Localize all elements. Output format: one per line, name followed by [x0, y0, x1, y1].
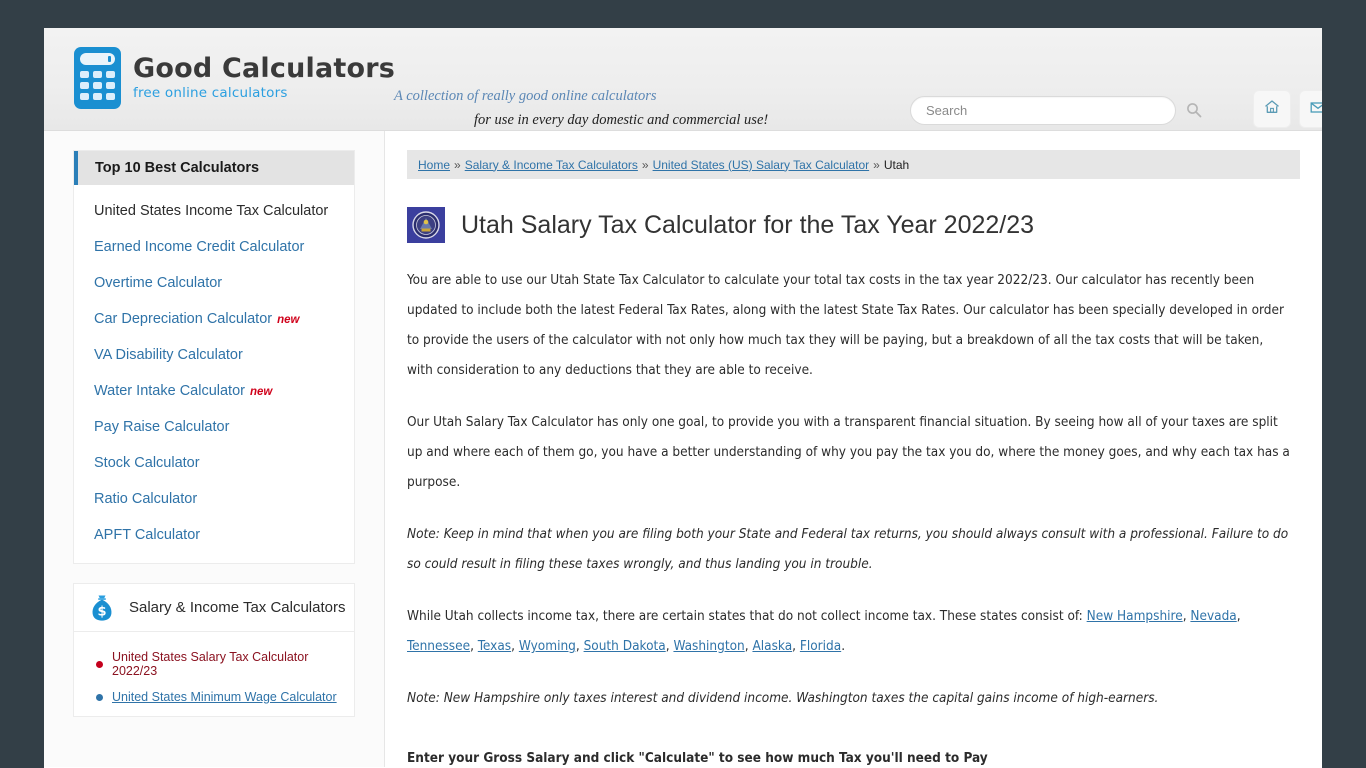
calculator-icon [74, 47, 121, 109]
paragraph-note-1: Note: Keep in mind that when you are fil… [407, 526, 1289, 572]
state-link-wyoming[interactable]: Wyoming [519, 638, 576, 654]
state-link-new-hampshire[interactable]: New Hampshire [1087, 608, 1183, 624]
state-link-tennessee[interactable]: Tennessee [407, 638, 470, 654]
body-columns: Top 10 Best Calculators United States In… [44, 131, 1322, 767]
search-input[interactable] [910, 96, 1176, 125]
breadcrumb: Home» Salary & Income Tax Calculators» Uni… [407, 150, 1300, 179]
page-container: Good Calculators free online calculators… [44, 28, 1322, 768]
home-icon [1263, 98, 1281, 121]
sidebar-item-5[interactable]: Water Intake Calculator new [74, 373, 354, 409]
new-badge: new [249, 386, 273, 398]
sidebar-item-3[interactable]: Car Depreciation Calculator new [74, 301, 354, 337]
sidebar-item-0[interactable]: United States Income Tax Calculator [74, 193, 354, 229]
site-header: Good Calculators free online calculators… [44, 28, 1322, 131]
sidebar-item-1[interactable]: Earned Income Credit Calculator [74, 229, 354, 265]
page-title: Utah Salary Tax Calculator for the Tax Y… [461, 210, 1035, 239]
sidebar-item-label: Stock Calculator [94, 455, 200, 471]
breadcrumb-separator: » [873, 157, 880, 172]
bullet-icon [96, 693, 103, 701]
sidebar-item-label: Pay Raise Calculator [94, 419, 230, 435]
list-item[interactable]: United States Minimum Wage Calculator [74, 684, 354, 710]
list-item[interactable]: United States Salary Tax Calculator 2022… [74, 644, 354, 684]
sidebar-item-8[interactable]: Ratio Calculator [74, 481, 354, 517]
sidebar-item-2[interactable]: Overtime Calculator [74, 265, 354, 301]
tagline-line-2: for use in every day domestic and commer… [474, 112, 769, 128]
sidebar-item-6[interactable]: Pay Raise Calculator [74, 409, 354, 445]
breadcrumb-item-1[interactable]: Salary & Income Tax Calculators [465, 158, 638, 172]
sidebar-salary-card: $ Salary & Income Tax Calculators United… [73, 583, 355, 717]
new-badge: new [277, 314, 300, 326]
logo-subtitle: free online calculators [133, 85, 288, 102]
breadcrumb-separator: » [454, 157, 461, 172]
main-content: Home» Salary & Income Tax Calculators» Uni… [385, 131, 1322, 767]
state-link-washington[interactable]: Washington [673, 638, 744, 654]
paragraph-states: While Utah collects income tax, there ar… [407, 608, 1241, 654]
sidebar-item-label: Car Depreciation Calculator [94, 311, 273, 327]
state-link-south-dakota[interactable]: South Dakota [584, 638, 666, 654]
page-title-row: Utah Salary Tax Calculator for the Tax Y… [407, 207, 1300, 243]
mail-icon [1309, 98, 1322, 121]
site-tagline: A collection of really good online calcu… [394, 88, 768, 129]
breadcrumb-item-2[interactable]: United States (US) Salary Tax Calculator [653, 158, 870, 172]
state-link-nevada[interactable]: Nevada [1190, 608, 1236, 624]
sidebar-item-label: United States Income Tax Calculator [94, 203, 329, 219]
sidebar-top10-card: Top 10 Best Calculators United States In… [73, 150, 355, 564]
money-bag-icon: $ [89, 594, 115, 622]
bullet-icon [96, 660, 103, 668]
home-button[interactable] [1253, 90, 1291, 128]
tagline-line-1: A collection of really good online calcu… [394, 88, 657, 104]
sidebar-item-label: Earned Income Credit Calculator [94, 239, 305, 255]
breadcrumb-item-0[interactable]: Home [418, 158, 450, 172]
sidebar-salary-list: United States Salary Tax Calculator 2022… [74, 632, 354, 716]
state-link-florida[interactable]: Florida [800, 638, 841, 654]
state-link-alaska[interactable]: Alaska [752, 638, 792, 654]
sidebar-item-label: Overtime Calculator [94, 275, 223, 291]
list-item-label[interactable]: United States Minimum Wage Calculator [112, 690, 337, 704]
sidebar-item-label: Water Intake Calculator [94, 383, 245, 399]
svg-text:$: $ [97, 604, 106, 619]
search-area [910, 96, 1202, 125]
breadcrumb-item-3: Utah [883, 157, 910, 172]
sidebar-item-label: Ratio Calculator [94, 491, 198, 507]
sidebar-top10-list: United States Income Tax Calculator Earne… [74, 185, 354, 563]
sidebar-item-9[interactable]: APFT Calculator [74, 517, 354, 553]
sidebar-item-7[interactable]: Stock Calculator [74, 445, 354, 481]
paragraph-cta: Enter your Gross Salary and click "Calcu… [407, 750, 988, 766]
sidebar: Top 10 Best Calculators United States In… [44, 131, 385, 767]
paragraph-goal: Our Utah Salary Tax Calculator has only … [407, 414, 1290, 490]
utah-state-seal-icon [407, 207, 445, 243]
header-buttons [1253, 90, 1322, 128]
sidebar-salary-title: Salary & Income Tax Calculators [129, 599, 346, 616]
sidebar-item-4[interactable]: VA Disability Calculator [74, 337, 354, 373]
sidebar-item-label: APFT Calculator [94, 527, 201, 543]
article-content: You are able to use our Utah State Tax C… [407, 265, 1300, 768]
list-item-label[interactable]: United States Salary Tax Calculator 2022… [112, 650, 340, 678]
states-intro-text: While Utah collects income tax, there ar… [407, 608, 1087, 624]
paragraph-intro: You are able to use our Utah State Tax C… [407, 272, 1284, 378]
breadcrumb-separator: » [641, 157, 649, 172]
search-icon[interactable] [1186, 102, 1202, 118]
sidebar-salary-heading: $ Salary & Income Tax Calculators [74, 584, 354, 632]
state-link-texas[interactable]: Texas [478, 638, 511, 654]
sidebar-top10-heading: Top 10 Best Calculators [74, 151, 354, 185]
site-logo[interactable]: Good Calculators free online calculators [74, 47, 395, 109]
logo-title: Good Calculators [133, 53, 396, 85]
mail-button[interactable] [1299, 90, 1322, 128]
paragraph-note-2: Note: New Hampshire only taxes interest … [407, 690, 1159, 706]
sidebar-item-label: VA Disability Calculator [94, 347, 243, 363]
